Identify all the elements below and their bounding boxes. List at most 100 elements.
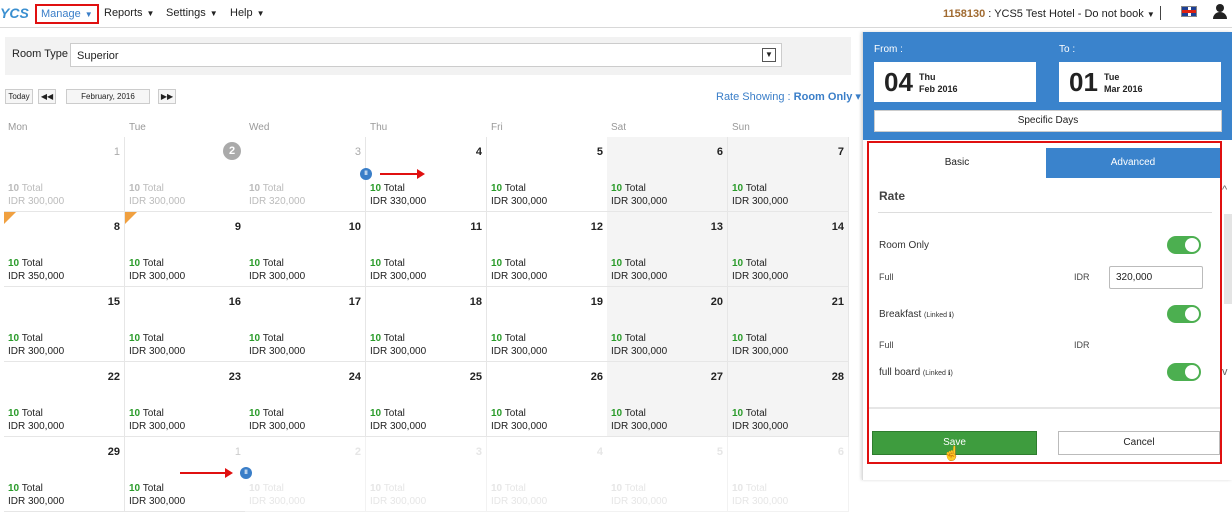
calendar-day-cell[interactable]: 11 10 Total IDR 300,000: [366, 212, 487, 287]
uk-flag-icon[interactable]: [1181, 6, 1197, 17]
calendar-day-cell[interactable]: 14 10 Total IDR 300,000: [728, 212, 849, 287]
calendar-day-cell[interactable]: 6 10 Total IDR 300,000: [728, 437, 849, 512]
dropdown-icon[interactable]: ▼: [762, 48, 776, 62]
calendar-day-cell[interactable]: 19 10 Total IDR 300,000: [487, 287, 608, 362]
calendar-day-cell[interactable]: 23 10 Total IDR 300,000: [125, 362, 246, 437]
calendar-day-cell[interactable]: 12 10 Total IDR 300,000: [487, 212, 608, 287]
day-number: 10: [348, 221, 361, 233]
hotel-selector[interactable]: 1158130 : YCS5 Test Hotel - Do not book …: [943, 8, 1155, 20]
rate-price: IDR 300,000: [491, 421, 548, 432]
calendar-day-cell[interactable]: 22 10 Total IDR 300,000: [4, 362, 125, 437]
day-number: 5: [716, 446, 723, 458]
day-header: Mon: [8, 122, 28, 133]
calendar-day-cell[interactable]: 15 10 Total IDR 300,000: [4, 287, 125, 362]
day-number: 8: [113, 221, 120, 233]
user-icon[interactable]: [1213, 4, 1227, 20]
calendar-day-cell[interactable]: 2 10 Total IDR 300,000: [125, 137, 246, 212]
menu-manage[interactable]: Manage ▼: [35, 4, 99, 24]
day-number: 2: [223, 142, 241, 160]
calendar-day-cell[interactable]: 2 10 Total IDR 300,000: [245, 437, 366, 512]
availability-total: 10 Total: [129, 183, 164, 194]
to-date[interactable]: 01 Tue Mar 2016: [1059, 62, 1221, 102]
rate-price: IDR 300,000: [249, 496, 306, 507]
rate-price: IDR 300,000: [129, 496, 186, 507]
rate-price: IDR 300,000: [370, 496, 427, 507]
calendar-day-cell[interactable]: 17 10 Total IDR 300,000: [245, 287, 366, 362]
rate-price: IDR 330,000: [370, 196, 427, 207]
day-number: 24: [348, 371, 361, 383]
availability-total: 10 Total: [732, 333, 767, 344]
rate-price: IDR 300,000: [732, 496, 789, 507]
rate-price: IDR 300,000: [732, 271, 789, 282]
availability-total: 10 Total: [249, 408, 284, 419]
day-header: Fri: [491, 122, 503, 133]
rate-price: IDR 300,000: [129, 196, 186, 207]
rate-price: IDR 300,000: [491, 496, 548, 507]
calendar-day-cell[interactable]: 6 10 Total IDR 300,000: [607, 137, 728, 212]
calendar-day-cell[interactable]: 20 10 Total IDR 300,000: [607, 287, 728, 362]
day-number: 3: [475, 446, 482, 458]
calendar-day-cell[interactable]: 21 10 Total IDR 300,000: [728, 287, 849, 362]
day-number: 5: [596, 146, 603, 158]
rate-price: IDR 300,000: [249, 421, 306, 432]
calendar-day-cell[interactable]: 5 10 Total IDR 300,000: [607, 437, 728, 512]
room-type-select[interactable]: Superior ▼: [70, 43, 782, 67]
calendar-day-cell[interactable]: 3 10 Total IDR 320,000: [245, 137, 366, 212]
scrollbar-thumb[interactable]: [1224, 214, 1232, 304]
calendar-day-cell[interactable]: 24 10 Total IDR 300,000: [245, 362, 366, 437]
menu-reports[interactable]: Reports ▼: [104, 7, 154, 19]
next-month-button[interactable]: ▶▶: [158, 89, 176, 104]
flag-corner-icon: [4, 212, 16, 224]
availability-total: 10 Total: [732, 483, 767, 494]
rate-price: IDR 300,000: [129, 271, 186, 282]
day-header: Tue: [129, 122, 146, 133]
menu-help[interactable]: Help ▼: [230, 7, 265, 19]
rate-price: IDR 300,000: [8, 196, 65, 207]
calendar-day-cell[interactable]: 18 10 Total IDR 300,000: [366, 287, 487, 362]
specific-days-button[interactable]: Specific Days: [874, 110, 1222, 132]
from-date[interactable]: 04 Thu Feb 2016: [874, 62, 1036, 102]
chevron-down-icon[interactable]: v: [1222, 366, 1228, 378]
flag-corner-icon: [125, 212, 137, 224]
day-number: 4: [596, 446, 603, 458]
calendar-day-cell[interactable]: 13 10 Total IDR 300,000: [607, 212, 728, 287]
rate-price: IDR 320,000: [249, 196, 306, 207]
calendar-day-cell[interactable]: 25 10 Total IDR 300,000: [366, 362, 487, 437]
calendar-day-cell[interactable]: 5 10 Total IDR 300,000: [487, 137, 608, 212]
month-picker[interactable]: February, 2016: [66, 89, 150, 104]
chevron-down-icon: ▾: [855, 91, 861, 103]
rate-price: IDR 300,000: [129, 421, 186, 432]
calendar-day-cell[interactable]: 3 10 Total IDR 300,000: [366, 437, 487, 512]
menu-settings[interactable]: Settings ▼: [166, 7, 218, 19]
chevron-up-icon[interactable]: ^: [1222, 184, 1227, 196]
rate-showing-selector[interactable]: Rate Showing : Room Only ▾: [716, 90, 861, 103]
availability-total: 10 Total: [249, 333, 284, 344]
day-number: 4: [475, 146, 482, 158]
rate-price: IDR 300,000: [370, 346, 427, 357]
calendar-day-cell[interactable]: 4 10 Total IDR 300,000: [487, 437, 608, 512]
calendar-day-cell[interactable]: 1 10 Total IDR 300,000: [4, 137, 125, 212]
calendar-day-cell[interactable]: 28 10 Total IDR 300,000: [728, 362, 849, 437]
rate-price: IDR 300,000: [611, 346, 668, 357]
today-button[interactable]: Today: [5, 89, 33, 104]
ycs-logo[interactable]: YCS: [0, 5, 29, 21]
day-number: 28: [831, 371, 844, 383]
pause-icon[interactable]: II: [360, 168, 372, 180]
room-type-value: Superior: [77, 50, 119, 62]
highlight-box: [867, 141, 1222, 464]
day-number: 13: [710, 221, 723, 233]
day-number: 27: [710, 371, 723, 383]
calendar-day-cell[interactable]: 29 10 Total IDR 300,000: [4, 437, 125, 512]
pause-icon[interactable]: II: [240, 467, 252, 479]
calendar-day-cell[interactable]: 7 10 Total IDR 300,000: [728, 137, 849, 212]
calendar-day-cell[interactable]: 9 10 Total IDR 300,000: [125, 212, 246, 287]
calendar-day-cell[interactable]: 26 10 Total IDR 300,000: [487, 362, 608, 437]
rate-price: IDR 300,000: [611, 496, 668, 507]
calendar-day-cell[interactable]: 8 10 Total IDR 350,000: [4, 212, 125, 287]
calendar-day-cell[interactable]: 10 10 Total IDR 300,000: [245, 212, 366, 287]
calendar-day-cell[interactable]: 16 10 Total IDR 300,000: [125, 287, 246, 362]
calendar-day-cell[interactable]: 27 10 Total IDR 300,000: [607, 362, 728, 437]
availability-total: 10 Total: [491, 183, 526, 194]
availability-total: 10 Total: [129, 408, 164, 419]
prev-month-button[interactable]: ◀◀: [38, 89, 56, 104]
